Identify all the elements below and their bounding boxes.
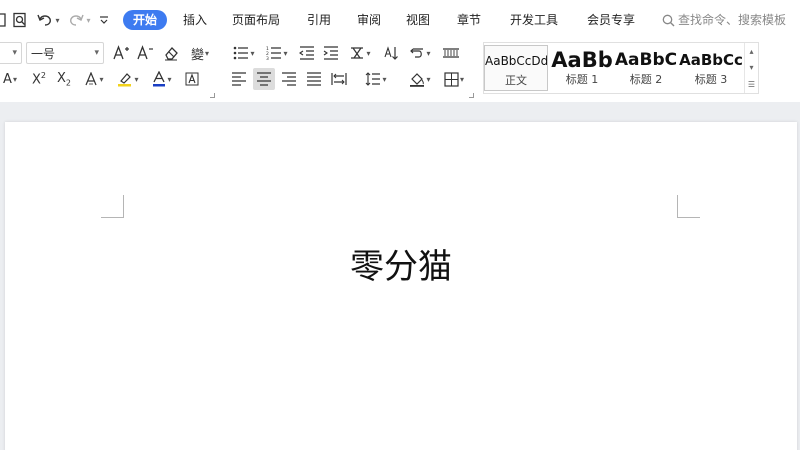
text-effects-icon[interactable]: ▾: [80, 68, 108, 90]
align-right-icon[interactable]: [278, 68, 300, 90]
print-preview-icon[interactable]: [10, 9, 30, 31]
show-hide-marks-icon[interactable]: ▾: [406, 42, 434, 64]
decrease-font-size-icon[interactable]: [134, 42, 156, 64]
highlight-icon[interactable]: ▾: [114, 68, 142, 90]
tab-insert[interactable]: 插入: [183, 10, 207, 30]
sort-icon[interactable]: [380, 42, 402, 64]
style-name-heading-2: 标题 2: [629, 73, 663, 86]
tab-view[interactable]: 视图: [406, 10, 430, 30]
margin-mark-top-left: [101, 195, 124, 218]
increase-font-size-icon[interactable]: [110, 42, 132, 64]
style-sample-heading-1: AaBb: [551, 48, 613, 72]
grid-lines-icon[interactable]: [440, 42, 462, 64]
line-spacing-icon[interactable]: ▾: [362, 68, 390, 90]
tab-developer-tools[interactable]: 开发工具: [510, 10, 558, 30]
scroll-up-icon[interactable]: ▴: [749, 47, 753, 56]
phonetic-guide-icon[interactable]: 變 ▾: [186, 42, 214, 64]
distributed-icon[interactable]: [328, 68, 350, 90]
shading-icon[interactable]: ▾: [406, 68, 434, 90]
paragraph-dialog-launcher[interactable]: [469, 93, 474, 98]
font-size-combo[interactable]: 一号 ▾: [26, 42, 104, 64]
menu-bar: ▾ ▾ 开始 插入 页面布局 引用 审阅 视图 章节 开发工具 会员专享 查找命…: [0, 0, 800, 40]
style-name-heading-3: 标题 3: [694, 73, 728, 86]
numbering-icon[interactable]: 1 2 3 ▾: [263, 42, 291, 64]
customize-quick-access-icon[interactable]: [96, 9, 112, 31]
styles-gallery-scroll[interactable]: ▴ ▾ ☰: [744, 43, 758, 93]
tab-page-layout[interactable]: 页面布局: [232, 10, 280, 30]
tab-chapter[interactable]: 章节: [457, 10, 481, 30]
strikethrough-icon[interactable]: A ▾: [0, 68, 20, 90]
bullets-icon[interactable]: ▾: [230, 42, 258, 64]
style-name-heading-1: 标题 1: [565, 73, 599, 86]
font-color-icon[interactable]: ▾: [148, 68, 176, 90]
clear-format-icon[interactable]: [160, 42, 182, 64]
style-sample-heading-3: AaBbCc: [679, 51, 743, 69]
font-size-value: 一号: [31, 46, 56, 61]
style-heading-3[interactable]: AaBbCc 标题 3: [679, 45, 743, 91]
character-border-icon[interactable]: [181, 68, 203, 90]
margin-mark-top-right: [677, 195, 700, 218]
scroll-down-icon[interactable]: ▾: [749, 63, 753, 72]
search-placeholder: 查找命令、搜索模板: [678, 13, 787, 27]
search-icon: [662, 14, 675, 26]
tab-review[interactable]: 审阅: [357, 10, 381, 30]
command-search[interactable]: 查找命令、搜索模板: [662, 10, 786, 30]
font-dialog-launcher[interactable]: [210, 93, 215, 98]
gallery-expand-icon[interactable]: ☰: [748, 80, 755, 89]
style-name-normal: 正文: [505, 74, 527, 87]
ribbon-home: ▾ 一号 ▾ 變 ▾ A ▾ X2 X2 ▾ ▾ ▾ ▾ 1 2 3 ▾ ▾ ▾…: [0, 40, 800, 129]
redo-icon[interactable]: ▾: [66, 9, 92, 31]
font-name-combo[interactable]: ▾: [0, 42, 22, 64]
borders-icon[interactable]: ▾: [440, 68, 468, 90]
justify-icon[interactable]: [303, 68, 325, 90]
align-center-icon[interactable]: [253, 68, 275, 90]
document-canvas: 零分猫: [0, 102, 800, 450]
tab-references[interactable]: 引用: [307, 10, 331, 30]
undo-icon[interactable]: ▾: [34, 9, 62, 31]
svg-text:3: 3: [266, 56, 269, 60]
tab-member-exclusive[interactable]: 会员专享: [587, 10, 635, 30]
save-icon[interactable]: [0, 9, 6, 31]
tab-home[interactable]: 开始: [123, 10, 168, 30]
document-page[interactable]: 零分猫: [5, 122, 797, 450]
chinese-layout-icon[interactable]: ▾: [346, 42, 374, 64]
style-normal[interactable]: AaBbCcDd 正文: [484, 45, 548, 91]
styles-gallery: AaBbCcDd 正文 AaBb 标题 1 AaBbC 标题 2 AaBbCc …: [483, 42, 759, 94]
superscript-icon[interactable]: X2: [28, 68, 50, 90]
decrease-indent-icon[interactable]: [296, 42, 318, 64]
style-sample-heading-2: AaBbC: [614, 50, 678, 70]
document-text[interactable]: 零分猫: [5, 239, 797, 288]
subscript-icon[interactable]: X2: [53, 68, 75, 90]
align-left-icon[interactable]: [228, 68, 250, 90]
style-heading-2[interactable]: AaBbC 标题 2: [614, 45, 678, 91]
style-heading-1[interactable]: AaBb 标题 1: [550, 45, 614, 91]
increase-indent-icon[interactable]: [320, 42, 342, 64]
style-sample-normal: AaBbCcDd: [485, 54, 547, 68]
